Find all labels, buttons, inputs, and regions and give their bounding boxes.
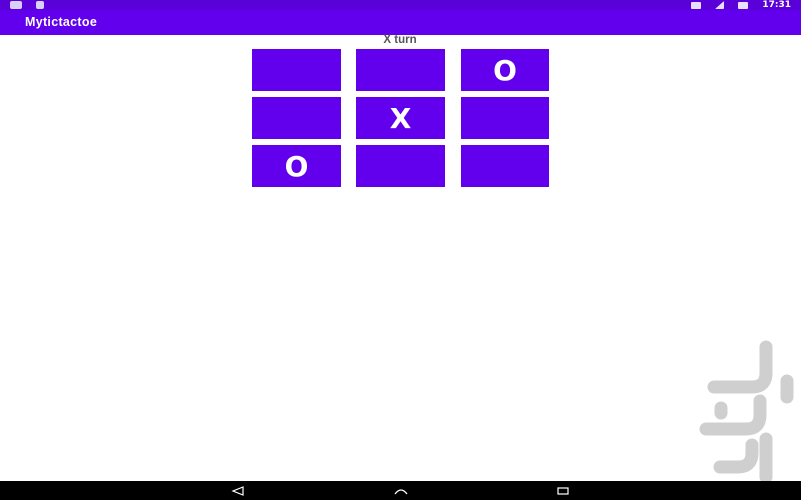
nav-recents-button[interactable] bbox=[553, 483, 573, 498]
board-cell-4[interactable]: X bbox=[356, 97, 445, 139]
status-clock: 17:31 bbox=[762, 0, 791, 10]
nav-back-button[interactable] bbox=[228, 483, 248, 498]
board-cell-7[interactable] bbox=[356, 145, 445, 187]
board-cell-8[interactable] bbox=[461, 145, 549, 187]
recents-icon bbox=[557, 486, 569, 495]
app-title: Mytictactoe bbox=[25, 15, 98, 29]
board-cell-5[interactable] bbox=[461, 97, 549, 139]
watermark-logo-icon bbox=[699, 340, 794, 484]
app-screen: 17:31 Mytictactoe X turn O X O bbox=[0, 0, 801, 500]
vibrate-icon bbox=[691, 1, 702, 9]
board-cell-6[interactable]: O bbox=[252, 145, 341, 187]
app-bar: Mytictactoe bbox=[0, 10, 801, 35]
status-bar: 17:31 bbox=[0, 0, 801, 10]
home-icon bbox=[394, 488, 408, 494]
board-cell-3[interactable] bbox=[252, 97, 341, 139]
board-cell-1[interactable] bbox=[356, 49, 445, 91]
lock-icon bbox=[36, 1, 44, 9]
nav-home-button[interactable] bbox=[391, 483, 411, 498]
status-left-icons bbox=[10, 0, 44, 10]
battery-icon bbox=[738, 1, 749, 9]
wifi-icon bbox=[715, 1, 725, 9]
navigation-bar bbox=[0, 481, 801, 500]
board-cell-2[interactable]: O bbox=[461, 49, 549, 91]
board-cell-0[interactable] bbox=[252, 49, 341, 91]
notification-icon bbox=[10, 1, 22, 9]
back-icon bbox=[231, 485, 244, 496]
turn-indicator: X turn bbox=[383, 34, 417, 46]
status-right-icons: 17:31 bbox=[691, 0, 791, 10]
